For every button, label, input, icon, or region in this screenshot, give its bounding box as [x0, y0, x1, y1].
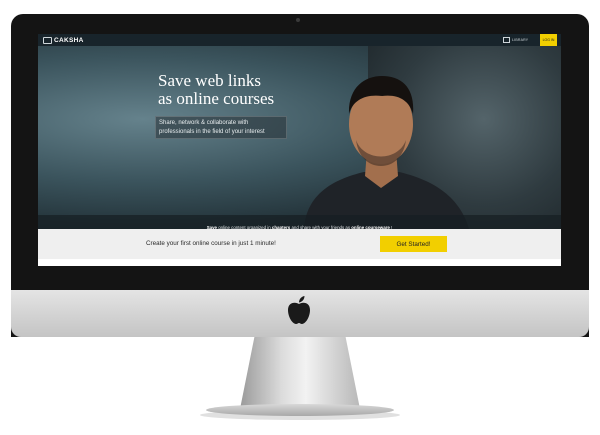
cta-bar: Create your first online course in just … — [38, 229, 561, 259]
login-button[interactable]: LOG IN — [540, 34, 557, 46]
navbar: CAKSHA LIBRARY LOG IN — [38, 34, 561, 46]
library-icon — [503, 37, 510, 43]
logo-icon — [43, 36, 52, 44]
headline-line-2: as online courses — [158, 89, 275, 108]
imac-stand-base — [206, 404, 394, 416]
apple-logo-icon — [288, 296, 310, 324]
get-started-button[interactable]: Get Started! — [380, 236, 447, 252]
logo[interactable]: CAKSHA — [43, 36, 84, 44]
library-label: LIBRARY — [512, 38, 529, 42]
cta-text: Create your first online course in just … — [146, 240, 276, 247]
screen-bottom — [38, 259, 561, 266]
hero-headline: Save web links as online courses — [158, 72, 328, 108]
hero-subtext: Share, network & collaborate with profes… — [155, 116, 287, 139]
imac-stand — [240, 337, 360, 409]
hero-section: Save web links as online courses Share, … — [38, 46, 561, 241]
logo-text: CAKSHA — [54, 36, 84, 44]
headline-line-1: Save web links — [158, 71, 261, 90]
library-link[interactable]: LIBRARY — [503, 37, 528, 43]
camera-dot — [296, 18, 300, 22]
screen: CAKSHA LIBRARY LOG IN Save web links as … — [38, 34, 561, 266]
